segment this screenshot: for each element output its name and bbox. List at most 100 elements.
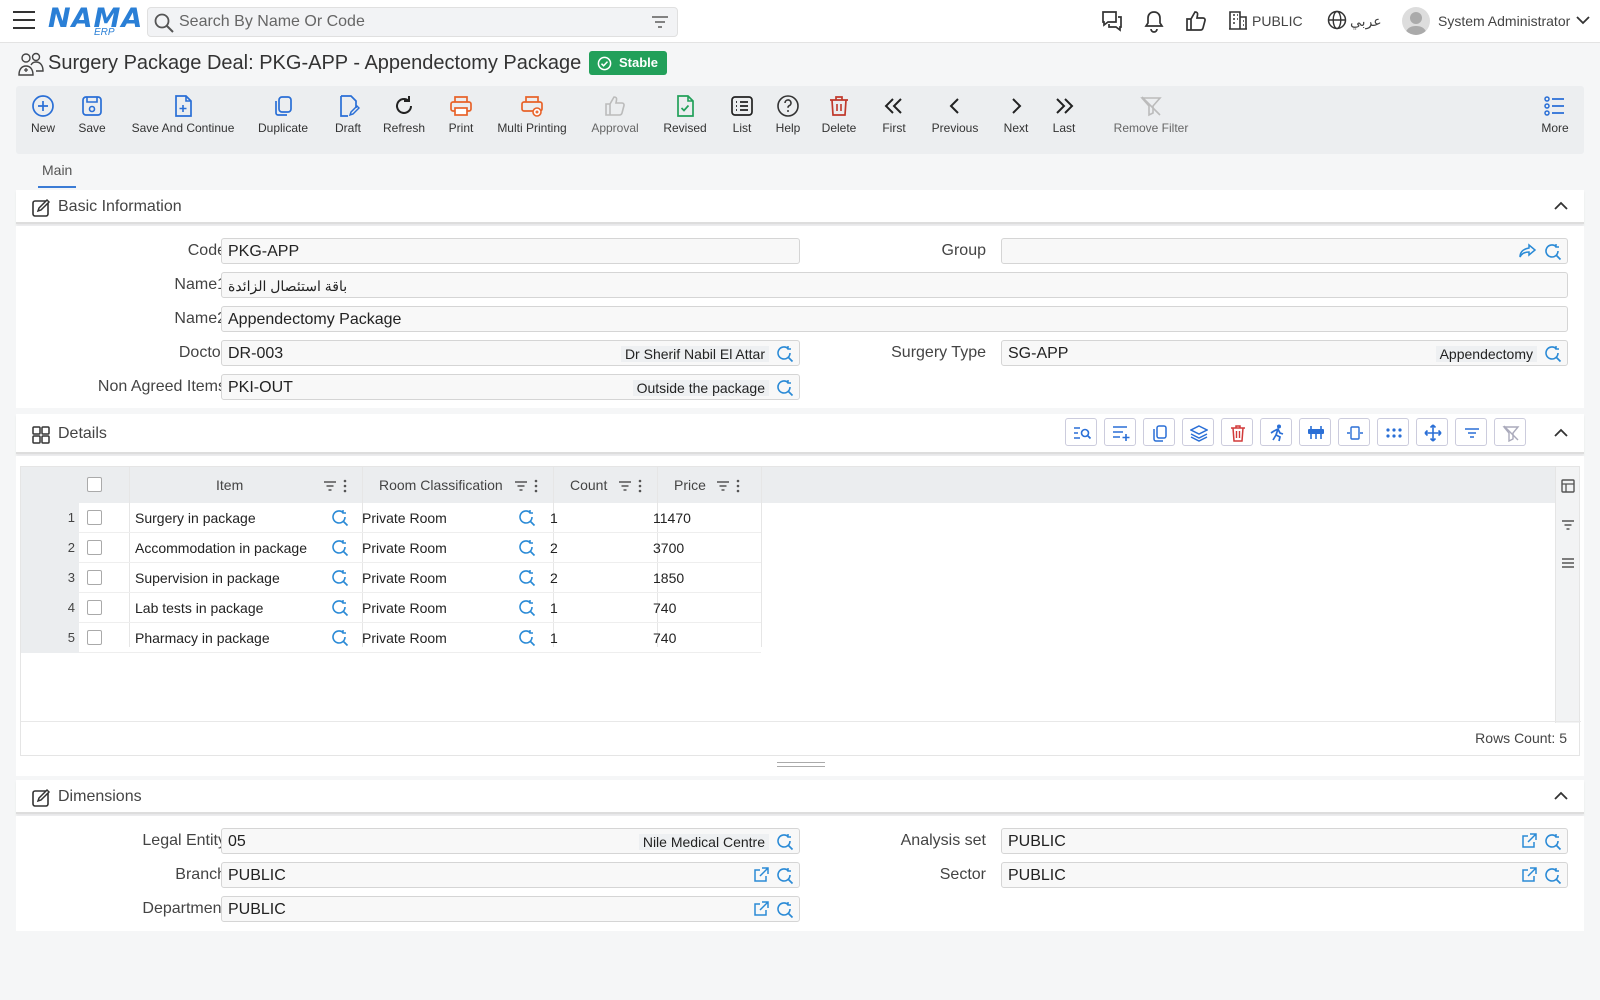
column-menu-icon[interactable] <box>736 479 740 493</box>
sector-field[interactable]: PUBLIC <box>1001 862 1568 888</box>
cell-item[interactable]: Accommodation in package <box>135 540 307 556</box>
move-button[interactable] <box>1416 418 1448 446</box>
menu-icon[interactable] <box>13 11 35 31</box>
cell-count[interactable]: 1 <box>550 600 558 616</box>
building-icon[interactable] <box>1228 9 1248 31</box>
cell-count[interactable]: 2 <box>550 540 558 556</box>
entity-label[interactable]: PUBLIC <box>1252 13 1303 29</box>
group-field[interactable] <box>1001 238 1568 264</box>
column-menu-icon[interactable] <box>638 479 642 493</box>
resize-button[interactable] <box>1338 418 1370 446</box>
bell-icon[interactable] <box>1143 9 1165 33</box>
clear-filter-button[interactable] <box>1494 418 1526 446</box>
column-header-price[interactable]: Price <box>674 477 706 493</box>
language-switch[interactable]: عربي <box>1350 13 1382 30</box>
cell-price[interactable]: 11470 <box>653 510 691 526</box>
chat-icon[interactable] <box>1100 9 1124 33</box>
legal-entity-field[interactable]: 05 Nile Medical Centre <box>221 828 800 854</box>
table-row[interactable]: 5 Pharmacy in package Private Room 1 740 <box>21 623 761 653</box>
chevron-up-icon[interactable] <box>1554 428 1568 438</box>
filter-icon[interactable] <box>651 14 669 30</box>
add-row-button[interactable] <box>1104 418 1136 446</box>
run-button[interactable] <box>1260 418 1292 446</box>
column-menu-icon[interactable] <box>343 479 347 493</box>
search-refresh-icon[interactable] <box>518 569 536 590</box>
cell-price[interactable]: 740 <box>653 600 676 616</box>
cell-room-classification[interactable]: Private Room <box>362 600 447 616</box>
approval-button[interactable]: Approval <box>590 94 640 135</box>
cell-count[interactable]: 2 <box>550 570 558 586</box>
table-row[interactable]: 4 Lab tests in package Private Room 1 740 <box>21 593 761 623</box>
search-refresh-icon[interactable] <box>1544 833 1562 851</box>
dimensions-header[interactable]: Dimensions <box>16 780 1584 814</box>
table-row[interactable]: 1 Surgery in package Private Room 1 11470 <box>21 503 761 533</box>
delete-rows-button[interactable] <box>1221 418 1253 446</box>
filter-icon[interactable] <box>514 480 528 492</box>
remove-filter-button[interactable]: Remove Filter <box>1096 94 1206 135</box>
branch-field[interactable]: PUBLIC <box>221 862 800 888</box>
search-refresh-icon[interactable] <box>776 901 794 919</box>
row-checkbox[interactable] <box>87 570 102 585</box>
row-checkbox[interactable] <box>87 510 102 525</box>
cell-room-classification[interactable]: Private Room <box>362 510 447 526</box>
external-link-icon[interactable] <box>753 901 769 917</box>
search-refresh-icon[interactable] <box>776 833 794 851</box>
cell-count[interactable]: 1 <box>550 630 558 646</box>
row-checkbox[interactable] <box>87 600 102 615</box>
search-refresh-icon[interactable] <box>776 345 794 363</box>
duplicate-button[interactable]: Duplicate <box>257 94 309 135</box>
multi-printing-button[interactable]: Multi Printing <box>497 94 567 135</box>
search-refresh-icon[interactable] <box>1544 345 1562 363</box>
chevron-down-icon[interactable] <box>1576 15 1590 25</box>
share-icon[interactable] <box>1519 243 1537 259</box>
table-row[interactable]: 3 Supervision in package Private Room 2 1850 <box>21 563 761 593</box>
surgery-type-field[interactable]: SG-APP Appendectomy <box>1001 340 1568 366</box>
analysis-set-field[interactable]: PUBLIC <box>1001 828 1568 854</box>
layers-button[interactable] <box>1182 418 1214 446</box>
table-settings-button[interactable] <box>1299 418 1331 446</box>
filter-icon[interactable] <box>618 480 632 492</box>
code-field[interactable]: PKG-APP <box>221 238 800 264</box>
table-row[interactable]: 2 Accommodation in package Private Room 2 37… <box>21 533 761 563</box>
list-button[interactable]: List <box>728 94 756 135</box>
column-header-count[interactable]: Count <box>570 477 607 493</box>
department-field[interactable]: PUBLIC <box>221 896 800 922</box>
column-menu-icon[interactable] <box>534 479 538 493</box>
next-button[interactable]: Next <box>1002 94 1030 135</box>
resize-handle[interactable] <box>777 762 825 767</box>
columns-icon[interactable] <box>1561 479 1575 493</box>
copy-rows-button[interactable] <box>1143 418 1175 446</box>
filter-icon[interactable] <box>323 480 337 492</box>
search-rows-button[interactable] <box>1065 418 1097 446</box>
external-link-icon[interactable] <box>1521 867 1537 883</box>
globe-icon[interactable] <box>1326 9 1348 31</box>
save-and-continue-button[interactable]: Save And Continue <box>131 94 235 135</box>
filter-icon[interactable] <box>1561 519 1575 531</box>
refresh-button[interactable]: Refresh <box>382 94 426 135</box>
delete-button[interactable]: Delete <box>821 94 857 135</box>
last-button[interactable]: Last <box>1050 94 1078 135</box>
first-button[interactable]: First <box>880 94 908 135</box>
column-header-room-classification[interactable]: Room Classification <box>379 477 503 493</box>
chevron-up-icon[interactable] <box>1554 791 1568 801</box>
search-refresh-icon[interactable] <box>331 509 349 530</box>
cell-price[interactable]: 3700 <box>653 540 684 556</box>
save-button[interactable]: Save <box>76 94 108 135</box>
cell-price[interactable]: 740 <box>653 630 676 646</box>
search-refresh-icon[interactable] <box>1544 867 1562 885</box>
search-refresh-icon[interactable] <box>331 629 349 650</box>
doctor-field[interactable]: DR-003 Dr Sherif Nabil El Attar <box>221 340 800 366</box>
cell-room-classification[interactable]: Private Room <box>362 630 447 646</box>
draft-button[interactable]: Draft <box>332 94 364 135</box>
cell-item[interactable]: Supervision in package <box>135 570 280 586</box>
tab-main[interactable]: Main <box>38 162 77 188</box>
row-checkbox[interactable] <box>87 540 102 555</box>
search-input[interactable] <box>179 12 629 32</box>
revised-button[interactable]: Revised <box>661 94 709 135</box>
new-button[interactable]: New <box>29 94 57 135</box>
cell-price[interactable]: 1850 <box>653 570 684 586</box>
filter-icon[interactable] <box>716 480 730 492</box>
row-checkbox[interactable] <box>87 630 102 645</box>
name2-field[interactable]: Appendectomy Package <box>221 306 1568 332</box>
previous-button[interactable]: Previous <box>930 94 980 135</box>
